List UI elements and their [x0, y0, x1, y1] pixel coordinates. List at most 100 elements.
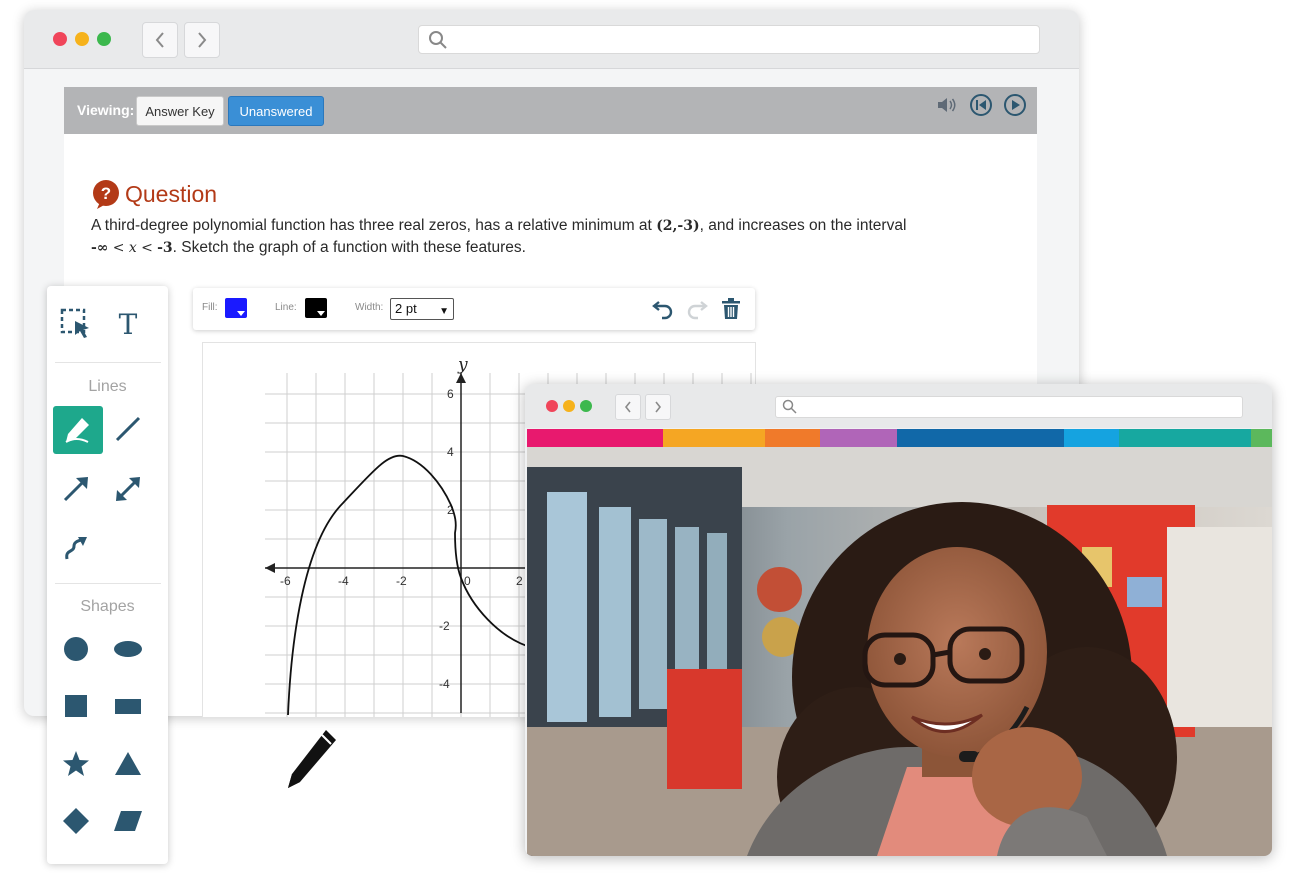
forward-icon: [198, 32, 207, 48]
width-value: 2 pt: [395, 301, 417, 316]
pencil-tool[interactable]: [53, 406, 103, 454]
viewing-bar: Viewing: Answer Key Unanswered: [64, 87, 1037, 134]
question-text: A third-degree polynomial function has t…: [91, 215, 991, 259]
brand-stripe: [1251, 429, 1272, 447]
arrow-tool[interactable]: [53, 466, 99, 512]
volume-icon[interactable]: [936, 95, 958, 115]
ellipse-tool[interactable]: [105, 626, 151, 672]
minimize-dot[interactable]: [563, 400, 575, 412]
address-bar[interactable]: [418, 25, 1040, 54]
brand-stripe: [820, 429, 897, 447]
x-tick-label: -4: [338, 574, 349, 588]
x-tick-label: -2: [396, 574, 407, 588]
select-icon: [60, 308, 89, 338]
shapes-title: Shapes: [80, 598, 135, 615]
width-select[interactable]: 2 pt ▼: [390, 298, 454, 320]
brand-stripe: [765, 429, 820, 447]
line-tool[interactable]: [105, 406, 151, 452]
rectangle-tool[interactable]: [105, 683, 151, 729]
star-tool[interactable]: [53, 741, 99, 787]
circle-tool[interactable]: [53, 626, 99, 672]
answer-key-button[interactable]: Answer Key: [136, 96, 224, 126]
triangle-tool[interactable]: [105, 741, 151, 787]
palette-divider: [55, 583, 161, 584]
double-arrow-tool[interactable]: [105, 466, 151, 512]
question-text-part: . Sketch the graph of a function with th…: [172, 239, 526, 256]
lines-title: Lines: [88, 378, 127, 395]
triangle-icon: [115, 752, 141, 775]
y-tick-label: -4: [439, 677, 450, 691]
fill-label: Fill:: [202, 302, 218, 313]
square-tool[interactable]: [53, 683, 99, 729]
fill-color-picker[interactable]: [225, 298, 247, 318]
x-tick-label: 2: [516, 574, 523, 588]
brand-stripe: [897, 429, 1064, 447]
ellipse-icon: [114, 641, 142, 657]
skip-back-icon[interactable]: [969, 93, 993, 117]
forward-icon: [655, 401, 662, 413]
video-forward-button[interactable]: [645, 394, 671, 420]
star-icon: [63, 751, 89, 776]
viewing-label: Viewing:: [77, 102, 135, 118]
browser-chrome: [24, 10, 1079, 69]
svg-text:?: ?: [101, 184, 111, 203]
interval-var: x: [128, 240, 137, 256]
minimize-dot[interactable]: [75, 32, 89, 46]
select-tool[interactable]: [53, 301, 99, 347]
y-tick-label: -2: [439, 619, 450, 633]
question-text-part: , and increases on the interval: [699, 217, 907, 234]
redo-icon[interactable]: [685, 297, 709, 321]
close-dot[interactable]: [53, 32, 67, 46]
close-dot[interactable]: [546, 400, 558, 412]
interval-lt: <: [141, 240, 153, 256]
undo-icon[interactable]: [651, 297, 675, 321]
back-button[interactable]: [142, 22, 178, 58]
palette-divider: [55, 362, 161, 363]
double-arrow-icon: [116, 477, 140, 501]
forward-button[interactable]: [184, 22, 220, 58]
line-color-picker[interactable]: [305, 298, 327, 318]
drawing-toolbar: Fill: Line: Width: 2 pt ▼: [193, 288, 755, 330]
maximize-dot[interactable]: [580, 400, 592, 412]
play-icon[interactable]: [1003, 93, 1027, 117]
width-label: Width:: [355, 302, 384, 313]
classroom-photo: [527, 447, 1272, 856]
diamond-icon: [63, 808, 89, 834]
maximize-dot[interactable]: [97, 32, 111, 46]
question-title: Question: [125, 181, 218, 207]
pencil-cursor-icon: [288, 730, 336, 788]
sketched-curve: [287, 454, 556, 716]
question-text-part: A third-degree polynomial function has t…: [91, 217, 652, 234]
y-tick-label: 6: [447, 387, 454, 401]
search-icon: [429, 31, 447, 49]
brand-stripe: [663, 429, 765, 447]
brand-stripe: [1064, 429, 1119, 447]
square-icon: [65, 695, 87, 717]
text-tool[interactable]: T: [105, 301, 151, 347]
unanswered-button[interactable]: Unanswered: [228, 96, 324, 126]
curved-arrow-tool[interactable]: [53, 524, 99, 570]
interval-right: -3: [157, 240, 173, 256]
diamond-tool[interactable]: [53, 798, 99, 844]
y-axis-label: y: [457, 355, 468, 375]
video-address-bar[interactable]: [775, 396, 1243, 418]
question-icon: ?: [93, 180, 119, 209]
brand-stripe: [527, 429, 663, 447]
curved-arrow-icon: [65, 537, 87, 560]
y-tick-label: 4: [447, 445, 454, 459]
interval-left: -∞: [91, 240, 109, 256]
pencil-icon: [65, 418, 89, 443]
brand-stripe: [1119, 429, 1251, 447]
circle-icon: [64, 637, 88, 661]
back-icon: [624, 401, 631, 413]
teacher-video-feed[interactable]: [527, 447, 1272, 856]
arrow-icon: [63, 477, 88, 502]
video-browser-chrome: [525, 384, 1272, 428]
trash-icon[interactable]: [720, 297, 742, 321]
video-back-button[interactable]: [615, 394, 641, 420]
interval-lt: <: [112, 240, 125, 256]
search-icon: [782, 399, 797, 414]
tool-palette: T Lines Shapes: [47, 286, 168, 864]
text-icon: T: [118, 307, 138, 341]
parallelogram-tool[interactable]: [105, 798, 151, 844]
